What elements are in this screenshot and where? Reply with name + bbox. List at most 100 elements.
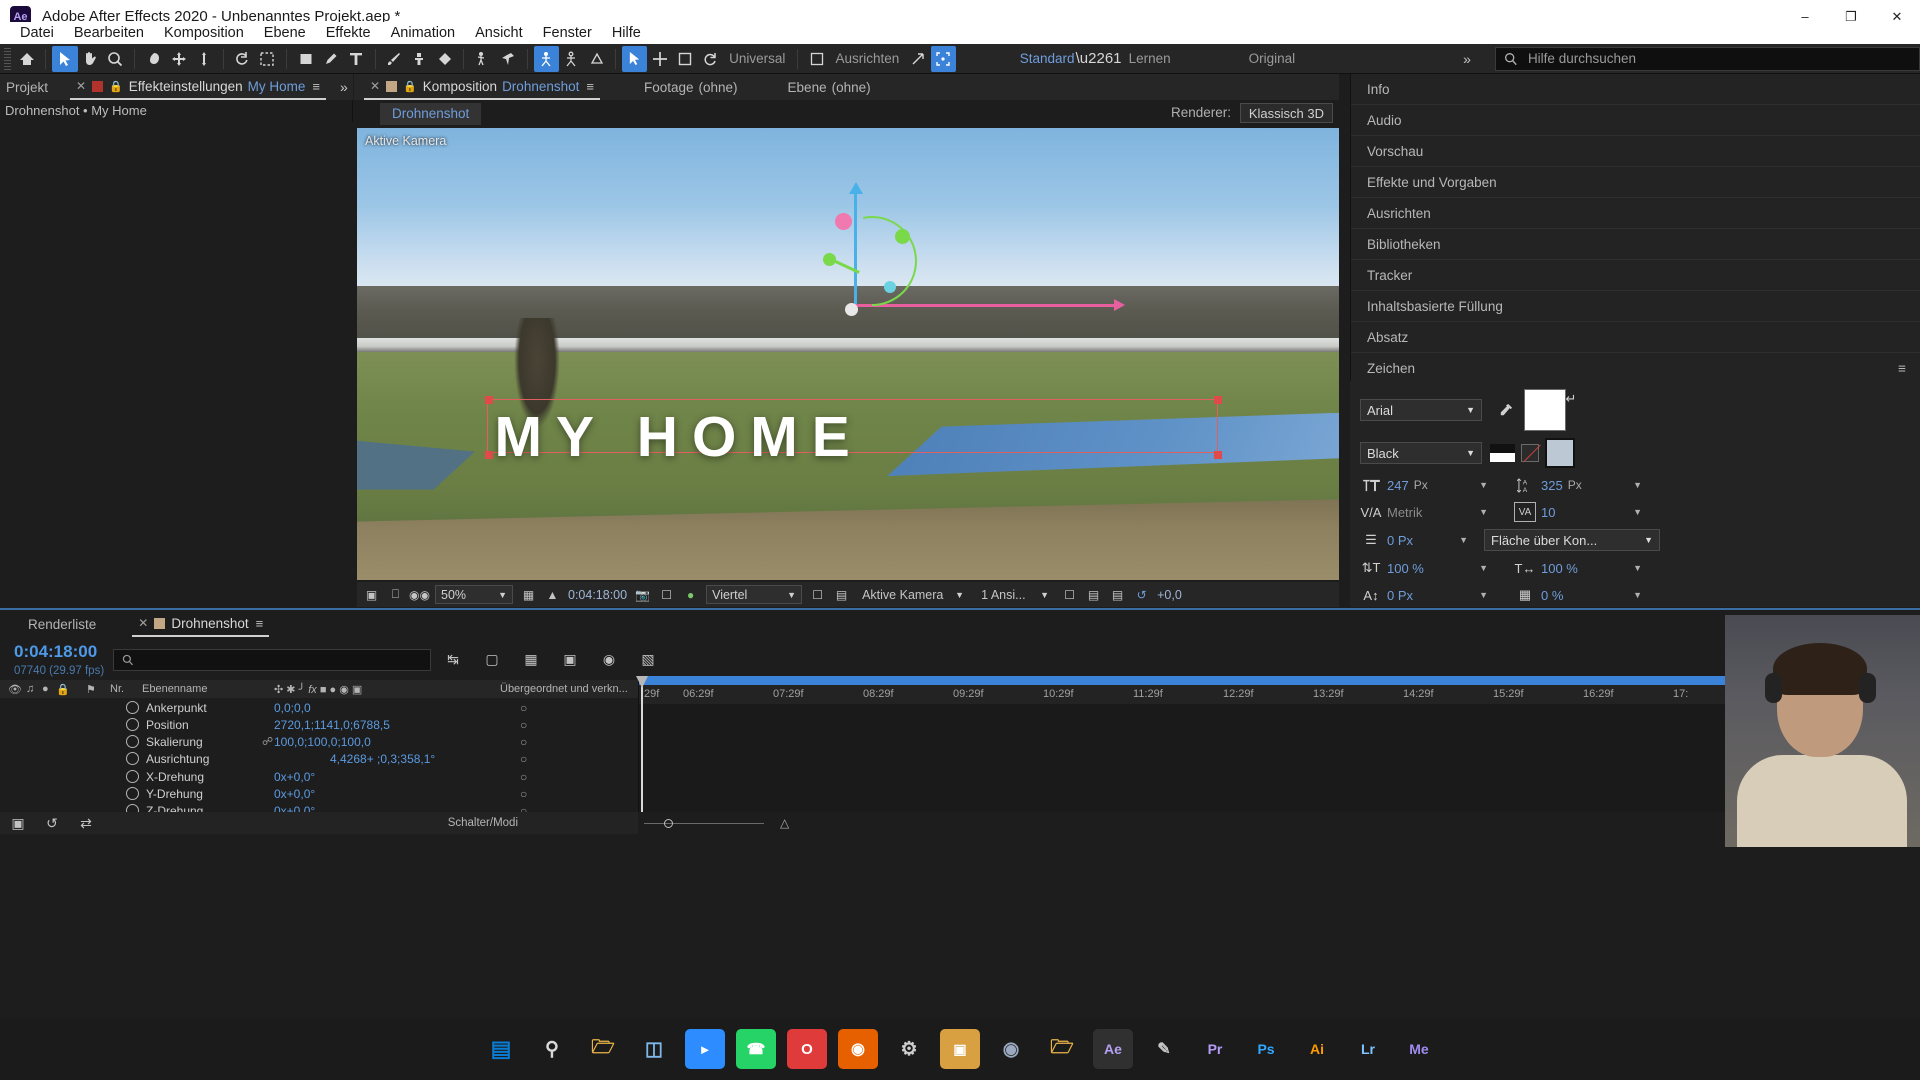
always-preview-icon[interactable]: ▣ [363,586,380,603]
tsume-field[interactable]: ▦ 0 % ▼ [1514,585,1642,605]
safe-zones-icon[interactable]: ▲ [544,586,561,603]
close-icon[interactable]: ✕ [138,616,148,630]
workspace-standard[interactable]: Standard [1020,51,1075,66]
panel-menu-icon[interactable]: ≡ [256,616,264,631]
steam-icon[interactable]: ⚙ [889,1029,929,1069]
panel-info[interactable]: Info [1351,74,1920,105]
graph-editor-icon[interactable]: ▧ [638,648,658,670]
tab-projekt[interactable]: Projekt [0,74,54,100]
parent-pickwhip-icon[interactable]: ○ [520,770,527,784]
rotation-tool-icon[interactable] [230,46,255,72]
stopwatch-icon[interactable] [126,787,139,801]
tab-ebene[interactable]: Ebene (ohne) [782,74,877,100]
tab-drohnenshot[interactable]: ✕ Drohnenshot ≡ [132,611,270,637]
timeline-playhead[interactable] [636,676,648,812]
my-home-text-layer[interactable]: MY HOME [494,404,863,470]
scale-link-icon[interactable]: ☍ [262,735,273,748]
stopwatch-icon[interactable] [126,770,139,784]
chevron-down-icon[interactable]: ▼ [1479,507,1488,517]
disc-app-icon[interactable]: ◉ [991,1029,1031,1069]
tab-effekteinstellungen[interactable]: ✕ 🔒 Effekteinstellungen My Home ≡ [70,74,326,100]
file-explorer-icon[interactable]: 🗁 [583,1029,623,1069]
property-row-position[interactable]: Position 2720,1;1141,0;6788,5 ○ [0,716,638,734]
switches-modes-label[interactable]: Schalter/Modi [448,817,518,829]
stopwatch-icon[interactable] [126,752,139,766]
menu-animation[interactable]: Animation [381,25,465,41]
workspace-menu-icon[interactable]: \u2261 [1076,46,1122,72]
channels-icon[interactable]: ● [682,586,699,603]
pan-camera-tool-icon[interactable] [584,46,609,72]
selection-handle[interactable] [484,451,493,460]
gizmo-handle-green-2[interactable] [823,253,836,266]
eraser-tool-icon[interactable] [432,46,457,72]
workspace-lernen[interactable]: Lernen [1129,51,1171,66]
panel-menu-icon[interactable]: ≡ [312,79,320,94]
region-of-interest-icon[interactable]: ☐ [809,586,826,603]
move-anchor-icon[interactable] [647,46,672,72]
parent-pickwhip-icon[interactable]: ○ [520,752,527,766]
snap-checkbox-icon[interactable] [804,46,829,72]
col-lock-icon[interactable]: 🔒 [56,683,70,696]
pen-tool-icon[interactable] [318,46,343,72]
tracking-field[interactable]: VA 10 ▼ [1514,502,1642,522]
chevron-down-icon[interactable]: ▼ [1633,563,1642,573]
panel-tracker[interactable]: Tracker [1351,260,1920,291]
close-icon[interactable]: ✕ [370,79,380,93]
lightroom-icon[interactable]: Lr [1348,1029,1388,1069]
chevron-down-icon[interactable]: ▼ [1479,480,1488,490]
unified-camera-tool-icon[interactable] [533,45,559,72]
pixel-aspect-icon[interactable]: ☐ [1061,586,1078,603]
lock-icon[interactable]: 🔒 [109,80,123,93]
menu-ansicht[interactable]: Ansicht [465,25,533,41]
composition-viewer[interactable]: Aktive Kamera MY HOME [357,128,1339,580]
panel-absatz[interactable]: Absatz [1351,322,1920,353]
home-icon[interactable] [14,46,39,72]
rotate-icon[interactable] [698,46,723,72]
font-style-select[interactable]: Black ▼ [1360,442,1482,464]
selection-handle[interactable] [484,396,493,405]
frame-blend-footer-icon[interactable]: ⇄ [76,812,96,834]
property-row-skalierung[interactable]: Skalierung ☍ 100,0;100,0;100,0 ○ [0,733,638,751]
kerning-field[interactable]: V/A Metrik ▼ [1360,502,1488,522]
comp-flowchart-icon[interactable]: ↺ [42,812,62,834]
views-select[interactable]: 1 Ansi... ▼ [976,585,1054,604]
property-value[interactable]: 0x+0,0° [274,770,315,784]
tab-footage[interactable]: Footage (ohne) [638,74,744,100]
opera-icon[interactable]: O [787,1029,827,1069]
chevron-down-icon[interactable]: ▼ [1479,590,1488,600]
shape-tool-icon[interactable] [293,46,318,72]
dolly-tool-icon[interactable] [191,46,216,72]
menu-fenster[interactable]: Fenster [533,25,602,41]
timeline-zoom-slider[interactable] [644,816,764,830]
orbit-camera-tool-icon[interactable] [559,46,584,72]
selection-arrow-icon[interactable] [622,45,648,72]
panel-bibliotheken[interactable]: Bibliotheken [1351,229,1920,260]
stopwatch-icon[interactable] [126,735,139,749]
col-audio-icon[interactable]: ♫ [26,683,34,695]
menu-hilfe[interactable]: Hilfe [602,25,651,41]
swap-colors-icon[interactable]: ↵ [1560,389,1582,409]
toolbar-grip[interactable] [4,47,12,70]
puppet-pin-tool-icon[interactable] [470,46,495,72]
property-row-y-drehung[interactable]: Y-Drehung 0x+0,0° ○ [0,785,638,803]
snapshot-icon[interactable]: 📷 [634,586,651,603]
property-value[interactable]: 0x+0,0° [274,787,315,801]
parent-pickwhip-icon[interactable]: ○ [520,718,527,732]
chevron-down-icon[interactable]: ▼ [1479,563,1488,573]
vr-view-icon[interactable]: ◉◉ [409,586,430,603]
property-value[interactable]: 100,0;100,0;100,0 [274,735,371,749]
panel-menu-icon[interactable]: ≡ [586,79,594,94]
transparency-grid-icon[interactable]: ▤ [833,586,850,603]
tab-renderliste[interactable]: Renderliste [22,611,102,637]
property-value[interactable]: 4,4268+ ;0,3;358,1° [330,752,435,766]
panel-audio[interactable]: Audio [1351,105,1920,136]
snap-corners-icon[interactable] [930,45,956,72]
snap-resize-icon[interactable] [905,46,930,72]
brush-tool-icon[interactable] [382,46,407,72]
stroke-color-swatch[interactable] [1545,438,1575,468]
star-pin-tool-icon[interactable] [495,46,520,72]
zoom-slider-knob[interactable] [664,819,673,828]
property-value[interactable]: 0,0;0,0 [274,701,311,715]
panel-zeichen-header[interactable]: Zeichen ≡ [1351,353,1920,384]
timeline-current-time[interactable]: 0:04:18:00 [14,642,97,662]
